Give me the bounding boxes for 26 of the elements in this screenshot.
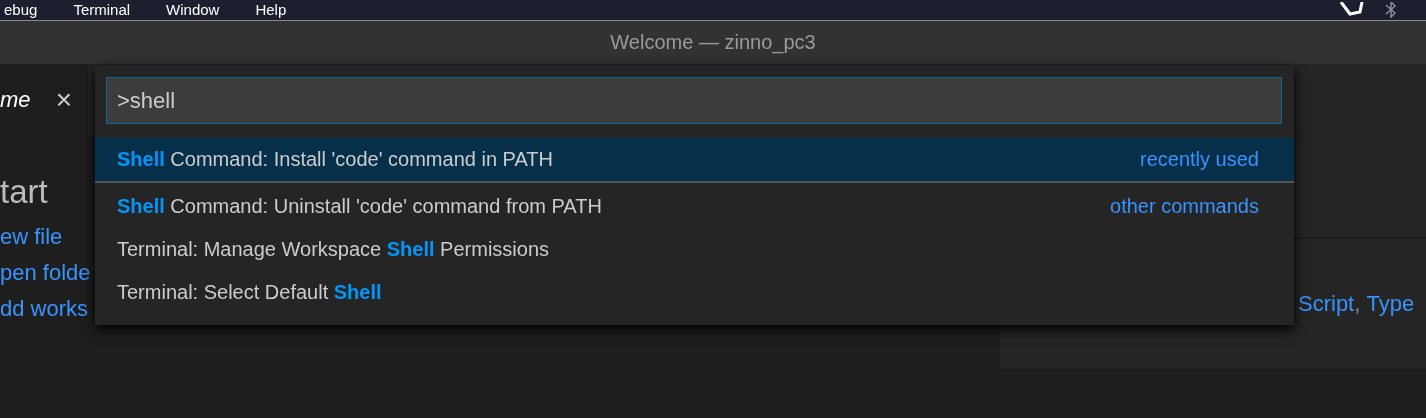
start-link[interactable]: ew file: [0, 219, 91, 255]
language-link[interactable]: Script: [1298, 291, 1355, 317]
command-input[interactable]: >shell: [106, 77, 1282, 124]
language-link[interactable]: Type: [1366, 291, 1415, 317]
command-label: Shell Command: Uninstall 'code' command from PATH: [117, 195, 602, 218]
command-label: Terminal: Manage Workspace Shell Permissions: [117, 238, 550, 261]
start-link[interactable]: dd works: [0, 291, 91, 327]
menu-item[interactable]: Help: [255, 1, 287, 19]
bluetooth-icon[interactable]: [1384, 2, 1398, 18]
window-title: Welcome — zinno_pc3: [610, 31, 816, 54]
close-icon[interactable]: ×: [55, 83, 72, 116]
command-label: Terminal: Select Default Shell: [117, 281, 382, 304]
command-item[interactable]: Terminal: Select Default Shell: [95, 271, 1294, 314]
group-label: recently used: [1140, 148, 1259, 171]
command-item[interactable]: Terminal: Manage Workspace Shell Permissions: [95, 228, 1294, 271]
command-item[interactable]: Shell Command: Uninstall 'code' command from PATH other commands: [95, 185, 1294, 228]
menu-item[interactable]: Terminal: [73, 1, 131, 19]
group-label: other commands: [1110, 195, 1259, 218]
command-item[interactable]: Shell Command: Install 'code' command in PATH recently used: [95, 138, 1294, 183]
section-heading: tart: [0, 173, 49, 211]
command-label: Shell Command: Install 'code' command in PATH: [117, 148, 553, 171]
menu-item[interactable]: Window: [166, 1, 220, 19]
editor-tab[interactable]: me ×: [0, 64, 88, 135]
menu-item[interactable]: ebug: [4, 1, 38, 19]
start-link[interactable]: pen folde: [0, 255, 91, 291]
separator-text: ,: [1354, 291, 1362, 317]
